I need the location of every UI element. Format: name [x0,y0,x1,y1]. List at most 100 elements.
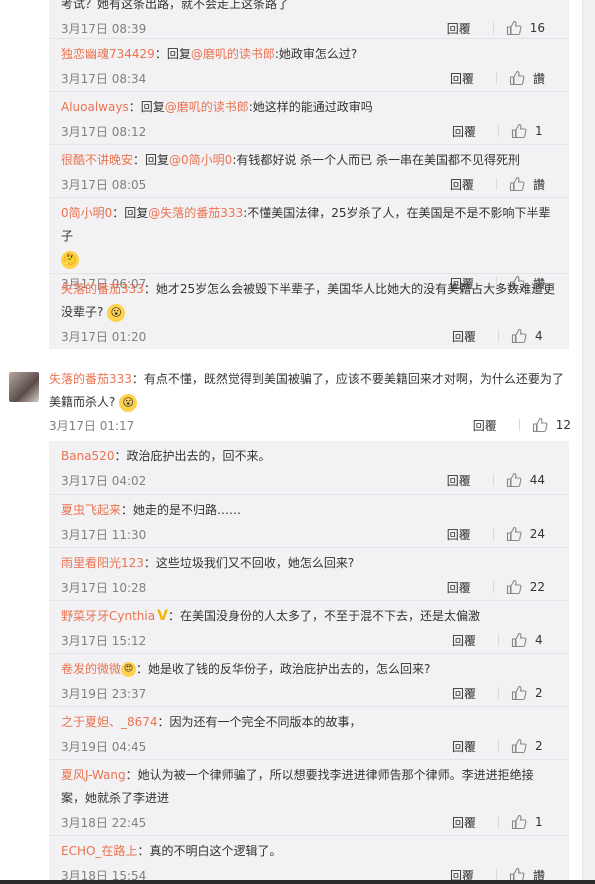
bottom-edge-bar [0,880,595,884]
like-count: 22 [529,580,545,594]
reply-button[interactable]: 回覆 [452,814,498,831]
reply-username[interactable]: 之于夏妲、_8674 [61,715,158,729]
thumb-up-icon [511,814,527,830]
reply-item: 很酷不讲晚安：回复@0简小明0:有钱都好说 杀一个人而已 杀一串在美国都不见得死… [49,144,569,197]
like-count: 4 [535,329,543,343]
reply-button[interactable]: 回覆 [473,417,519,434]
reply-text: Bana520：政治庇护出去的，回不来。 [61,449,271,463]
comment-text: 失落的番茄333：有点不懂，既然觉得到美国被骗了，应该不要美籍回来才对啊，为什么… [49,368,571,414]
mention-link[interactable]: @失落的番茄333 [148,206,243,220]
thinking-emoji-icon: 🤔 [61,250,79,269]
mention-link[interactable]: @磨叽的读书郎 [165,100,249,114]
like-count: 24 [529,527,545,541]
reply-button[interactable]: 回覆 [447,472,493,489]
reply-button[interactable]: 回覆 [447,20,493,37]
comment-username[interactable]: 失落的番茄333 [49,372,132,386]
like-button[interactable]: 24 [506,526,545,542]
reply-text: 考试？她有这条出路，就不会走上这条路了 [61,0,290,11]
reply-item: 之于夏妲、_8674：因为还有一个完全不同版本的故事， 3月19日 04:45 … [49,706,569,759]
reply-button[interactable]: 回覆 [452,685,498,702]
like-button[interactable]: 4 [511,328,545,344]
reply-time: 3月19日 04:45 [61,739,147,754]
thumb-up-icon [511,685,527,701]
reply-button[interactable]: 回覆 [447,579,493,596]
surprised-emoji-icon: 😮 [107,303,126,322]
reply-button[interactable]: 回覆 [450,176,496,193]
reply-item: Bana520：政治庇护出去的，回不来。 3月17日 04:02 回覆 44 [49,441,569,494]
like-count: 讚 [532,177,545,192]
like-button[interactable]: 1 [511,123,545,139]
like-button[interactable]: 12 [532,417,571,433]
reply-button[interactable]: 回覆 [447,526,493,543]
reply-item: ECHO_在路上：真的不明白这个逻辑了。 3月18日 15:54 回覆 讚 [49,835,569,884]
vertical-scrollbar[interactable] [582,0,595,884]
reply-button[interactable]: 回覆 [452,123,498,140]
like-count: 1 [535,124,543,138]
reply-username[interactable]: 0简小明0 [61,206,112,220]
surprised-emoji-icon: 😮 [119,393,138,412]
mention-link[interactable]: @磨叽的读书郎 [191,47,275,61]
mention-link[interactable]: @0简小明0 [169,153,232,167]
reply-text: Aluoalways：回复@磨叽的读书郎:她这样的能通过政审吗 [61,100,373,114]
comment-item: 失落的番茄333：有点不懂，既然觉得到美国被骗了，应该不要美籍回来才对啊，为什么… [0,361,582,437]
like-button[interactable]: 16 [506,20,545,36]
reply-button[interactable]: 回覆 [452,632,498,649]
reply-username[interactable]: 雨里看阳光123 [61,556,144,570]
reply-panel-top: 考试？她有这条出路，就不会走上这条路了 3月17日 08:39 回覆 16 独恋… [49,0,569,349]
reply-time: 3月17日 08:12 [61,124,147,139]
like-button[interactable]: 22 [506,579,545,595]
reply-username[interactable]: 夏风J-Wang [61,768,126,782]
reply-item: 独恋幽魂734429：回复@磨叽的读书郎:她政审怎么过? 3月17日 08:34… [49,38,569,91]
reply-button[interactable]: 回覆 [450,70,496,87]
reply-text: 失落的番茄333：她才25岁怎么会被毁下半辈子，美国华人比她大的没有美籍占大多数… [61,274,557,324]
reply-item: 考试？她有这条出路，就不会走上这条路了 3月17日 08:39 回覆 16 [49,0,569,38]
reply-text: ECHO_在路上：真的不明白这个逻辑了。 [61,844,282,858]
like-button[interactable]: 2 [511,685,545,701]
thumb-up-icon [506,579,522,595]
like-count: 2 [535,686,543,700]
thumb-up-icon [509,70,525,86]
reply-time: 3月18日 22:45 [61,815,147,830]
reply-username[interactable]: ECHO_在路上 [61,844,137,858]
reply-username[interactable]: Bana520 [61,449,114,463]
reply-username[interactable]: 夏虫飞起来 [61,503,121,517]
reply-time: 3月17日 08:05 [61,177,147,192]
reply-item: 雨里看阳光123：这些垃圾我们又不回收，她怎么回来? 3月17日 10:28 回… [49,547,569,600]
reply-text: 卷发的微微 😍 ：她是收了钱的反华份子，政治庇护出去的，怎么回来? [61,662,431,677]
reply-text: 夏风J-Wang：她认为被一个律师骗了，所以想要找李进进律师告那个律师。李进进拒… [61,768,534,805]
reply-username[interactable]: 卷发的微微 [61,662,121,676]
reply-time: 3月17日 08:39 [61,21,147,36]
reply-text: 0简小明0：回复@失落的番茄333:不懂美国法律，25岁杀了人，在美国是不是不影… [61,198,557,271]
like-button[interactable]: 2 [511,738,545,754]
reply-button[interactable]: 回覆 [452,738,498,755]
thumb-up-icon [506,526,522,542]
comment-page: 考试？她有这条出路，就不会走上这条路了 3月17日 08:39 回覆 16 独恋… [0,0,582,884]
reply-username[interactable]: 野菜牙牙Cynthia [61,609,155,623]
like-button[interactable]: 讚 [509,70,545,87]
like-count: 讚 [532,71,545,86]
like-count: 4 [535,633,543,647]
reply-time: 3月17日 15:12 [61,633,147,648]
thumb-up-icon [511,328,527,344]
thumb-up-icon [509,176,525,192]
reply-text: 野菜牙牙Cynthia V：在美国没身份的人太多了，不至于混不下去，还是太偏激 [61,601,557,628]
reply-username[interactable]: Aluoalways [61,100,129,114]
like-button[interactable]: 44 [506,472,545,488]
thumb-up-icon [511,738,527,754]
like-button[interactable]: 4 [511,632,545,648]
reply-text: 雨里看阳光123：这些垃圾我们又不回收，她怎么回来? [61,556,355,570]
like-button[interactable]: 1 [511,814,545,830]
reply-time: 3月17日 08:34 [61,71,147,86]
verified-badge-icon: V [157,608,168,624]
reply-item: 卷发的微微 😍 ：她是收了钱的反华份子，政治庇护出去的，怎么回来? 3月19日 23… [49,653,569,706]
like-button[interactable]: 讚 [509,176,545,193]
reply-time: 3月17日 01:20 [61,329,147,344]
reply-username[interactable]: 失落的番茄333 [61,282,144,296]
reply-button[interactable]: 回覆 [452,328,498,345]
avatar[interactable] [9,372,39,402]
reply-username[interactable]: 很酷不讲晚安 [61,153,133,167]
like-count: 12 [555,418,571,432]
reply-item: 野菜牙牙Cynthia V：在美国没身份的人太多了，不至于混不下去，还是太偏激 3… [49,600,569,653]
reply-username[interactable]: 独恋幽魂734429 [61,47,155,61]
comment-time: 3月17日 01:17 [49,418,135,433]
